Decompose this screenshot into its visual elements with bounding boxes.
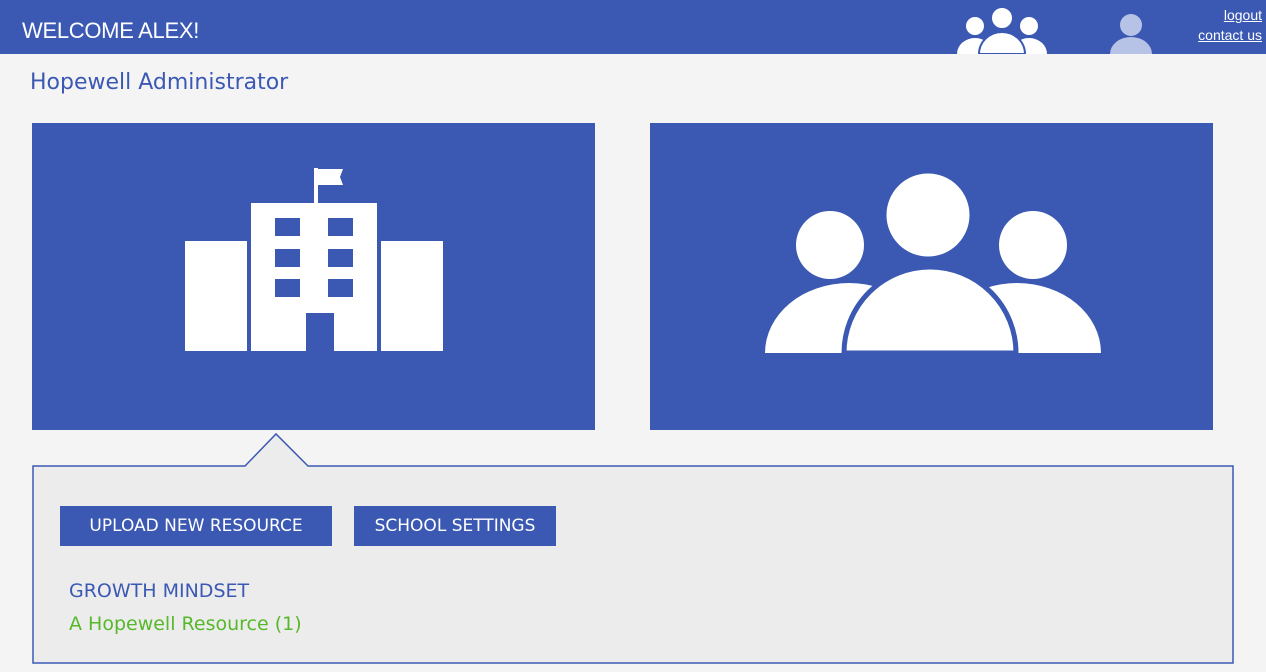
action-panel [32,432,1234,664]
resource-link[interactable]: A Hopewell Resource (1) [69,613,302,635]
section-title: GROWTH MINDSET [69,580,250,602]
upload-new-resource-button[interactable]: UPLOAD NEW RESOURCE [60,506,332,546]
school-settings-button[interactable]: SCHOOL SETTINGS [354,506,556,546]
